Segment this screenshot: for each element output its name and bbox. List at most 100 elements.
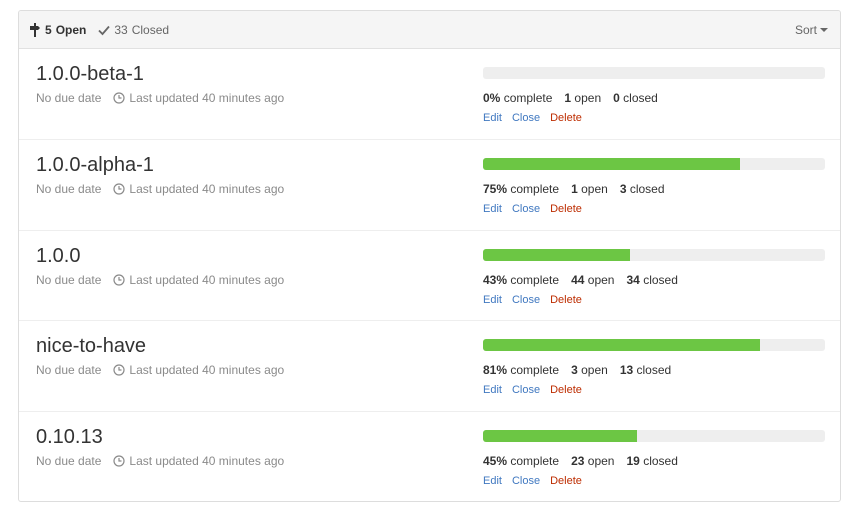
milestone-progress: 43% complete 44 open 34 closed Edit Clos… — [483, 248, 825, 306]
closed-issues-count[interactable]: 13 closed — [620, 363, 671, 377]
milestone-stats: 43% complete 44 open 34 closed — [483, 273, 825, 287]
percent-complete: 43% complete — [483, 272, 560, 287]
milestone-meta: No due date Last updated 40 minutes ago — [36, 454, 284, 468]
percent-complete: 75% complete — [483, 181, 560, 196]
milestones-header: 5 Open 33 Closed Sort — [19, 11, 840, 49]
closed-issues-count[interactable]: 19 closed — [626, 454, 677, 468]
milestone-item: 1.0.0-alpha-1 No due date Last updated 4… — [19, 140, 840, 231]
clock-icon — [113, 364, 125, 376]
check-icon — [98, 23, 111, 37]
progress-bar-fill — [483, 248, 631, 261]
delete-link[interactable]: Delete — [550, 475, 582, 487]
last-updated: Last updated 40 minutes ago — [129, 272, 285, 287]
last-updated: Last updated 40 minutes ago — [129, 363, 285, 378]
milestone-actions: Edit Close Delete — [483, 475, 825, 487]
open-issues-count[interactable]: 44 open — [571, 273, 614, 287]
milestone-meta: No due date Last updated 40 minutes ago — [36, 91, 284, 105]
clock-icon — [113, 273, 125, 286]
last-updated: Last updated 40 minutes ago — [129, 91, 285, 105]
milestone-actions: Edit Close Delete — [483, 294, 825, 306]
delete-link[interactable]: Delete — [550, 294, 582, 306]
milestone-info: 0.10.13 No due date Last updated 40 minu… — [36, 424, 284, 468]
edit-link[interactable]: Edit — [483, 203, 502, 215]
closed-issues-count[interactable]: 0 closed — [613, 91, 658, 105]
caret-down-icon — [820, 28, 828, 32]
milestone-actions: Edit Close Delete — [483, 203, 825, 215]
close-link[interactable]: Close — [512, 294, 540, 306]
open-issues-count[interactable]: 3 open — [571, 363, 608, 377]
close-link[interactable]: Close — [512, 203, 540, 215]
milestone-meta: No due date Last updated 40 minutes ago — [36, 363, 284, 377]
milestone-progress: 75% complete 1 open 3 closed Edit Close … — [483, 157, 825, 215]
milestone-progress: 81% complete 3 open 13 closed Edit Close… — [483, 339, 825, 396]
close-link[interactable]: Close — [512, 384, 540, 396]
percent-complete: 0% complete — [483, 91, 553, 105]
delete-link[interactable]: Delete — [550, 112, 582, 124]
milestone-item: 1.0.0-beta-1 No due date Last updated 40… — [19, 49, 840, 140]
progress-bar-fill — [483, 339, 761, 352]
due-date: No due date — [36, 91, 102, 105]
edit-link[interactable]: Edit — [483, 384, 502, 396]
due-date: No due date — [36, 272, 102, 287]
delete-link[interactable]: Delete — [550, 384, 582, 396]
milestone-info: nice-to-have No due date Last updated 40… — [36, 333, 284, 377]
open-issues-count[interactable]: 1 open — [564, 91, 601, 105]
milestone-list: 1.0.0-beta-1 No due date Last updated 40… — [19, 49, 840, 501]
milestone-title[interactable]: 1.0.0-alpha-1 — [36, 152, 284, 178]
milestone-title[interactable]: nice-to-have — [36, 333, 284, 359]
edit-link[interactable]: Edit — [483, 112, 502, 124]
percent-complete: 81% complete — [483, 363, 560, 378]
milestone-meta: No due date Last updated 40 minutes ago — [36, 182, 284, 196]
clock-icon — [113, 92, 125, 104]
edit-link[interactable]: Edit — [483, 475, 502, 487]
closed-issues-count[interactable]: 3 closed — [620, 182, 665, 196]
due-date: No due date — [36, 363, 102, 378]
progress-bar-fill — [483, 157, 740, 170]
milestone-info: 1.0.0 No due date Last updated 40 minute… — [36, 243, 284, 287]
milestone-item: nice-to-have No due date Last updated 40… — [19, 321, 840, 413]
milestone-stats: 45% complete 23 open 19 closed — [483, 454, 825, 468]
milestone-title[interactable]: 0.10.13 — [36, 424, 284, 450]
milestone-icon — [29, 22, 41, 37]
last-updated: Last updated 40 minutes ago — [129, 454, 285, 469]
due-date: No due date — [36, 181, 102, 196]
edit-link[interactable]: Edit — [483, 294, 502, 306]
progress-bar — [483, 339, 825, 352]
milestone-meta: No due date Last updated 40 minutes ago — [36, 273, 284, 287]
closed-milestones-filter[interactable]: 33 Closed — [98, 23, 169, 37]
sort-dropdown[interactable]: Sort — [795, 23, 828, 37]
progress-bar-fill — [483, 430, 637, 443]
delete-link[interactable]: Delete — [550, 203, 582, 215]
progress-bar — [483, 430, 825, 443]
close-link[interactable]: Close — [512, 475, 540, 487]
open-milestones-filter[interactable]: 5 Open — [29, 22, 87, 37]
open-label: Open — [55, 22, 87, 37]
clock-icon — [113, 183, 125, 195]
milestone-item: 0.10.13 No due date Last updated 40 minu… — [19, 412, 840, 501]
milestone-title[interactable]: 1.0.0 — [36, 243, 284, 269]
milestone-info: 1.0.0-beta-1 No due date Last updated 40… — [36, 61, 284, 105]
milestone-title[interactable]: 1.0.0-beta-1 — [36, 61, 284, 87]
close-link[interactable]: Close — [512, 112, 540, 124]
milestone-stats: 0% complete 1 open 0 closed — [483, 91, 825, 105]
milestone-actions: Edit Close Delete — [483, 384, 825, 396]
open-issues-count[interactable]: 1 open — [571, 182, 608, 196]
due-date: No due date — [36, 454, 102, 469]
state-filters: 5 Open 33 Closed — [29, 22, 181, 37]
milestone-stats: 81% complete 3 open 13 closed — [483, 363, 825, 377]
milestone-progress: 45% complete 23 open 19 closed Edit Clos… — [483, 430, 825, 487]
closed-label: Closed — [131, 22, 170, 37]
milestone-actions: Edit Close Delete — [483, 112, 825, 124]
last-updated: Last updated 40 minutes ago — [129, 181, 285, 196]
progress-bar — [483, 157, 825, 170]
closed-count: 33 — [114, 22, 128, 37]
open-count: 5 — [45, 22, 52, 37]
milestone-stats: 75% complete 1 open 3 closed — [483, 182, 825, 196]
sort-label: Sort — [794, 22, 817, 37]
open-issues-count[interactable]: 23 open — [571, 454, 614, 468]
progress-bar — [483, 67, 825, 79]
closed-issues-count[interactable]: 34 closed — [626, 273, 677, 287]
milestone-progress: 0% complete 1 open 0 closed Edit Close D… — [483, 67, 825, 124]
clock-icon — [113, 455, 125, 467]
milestone-item: 1.0.0 No due date Last updated 40 minute… — [19, 231, 840, 322]
